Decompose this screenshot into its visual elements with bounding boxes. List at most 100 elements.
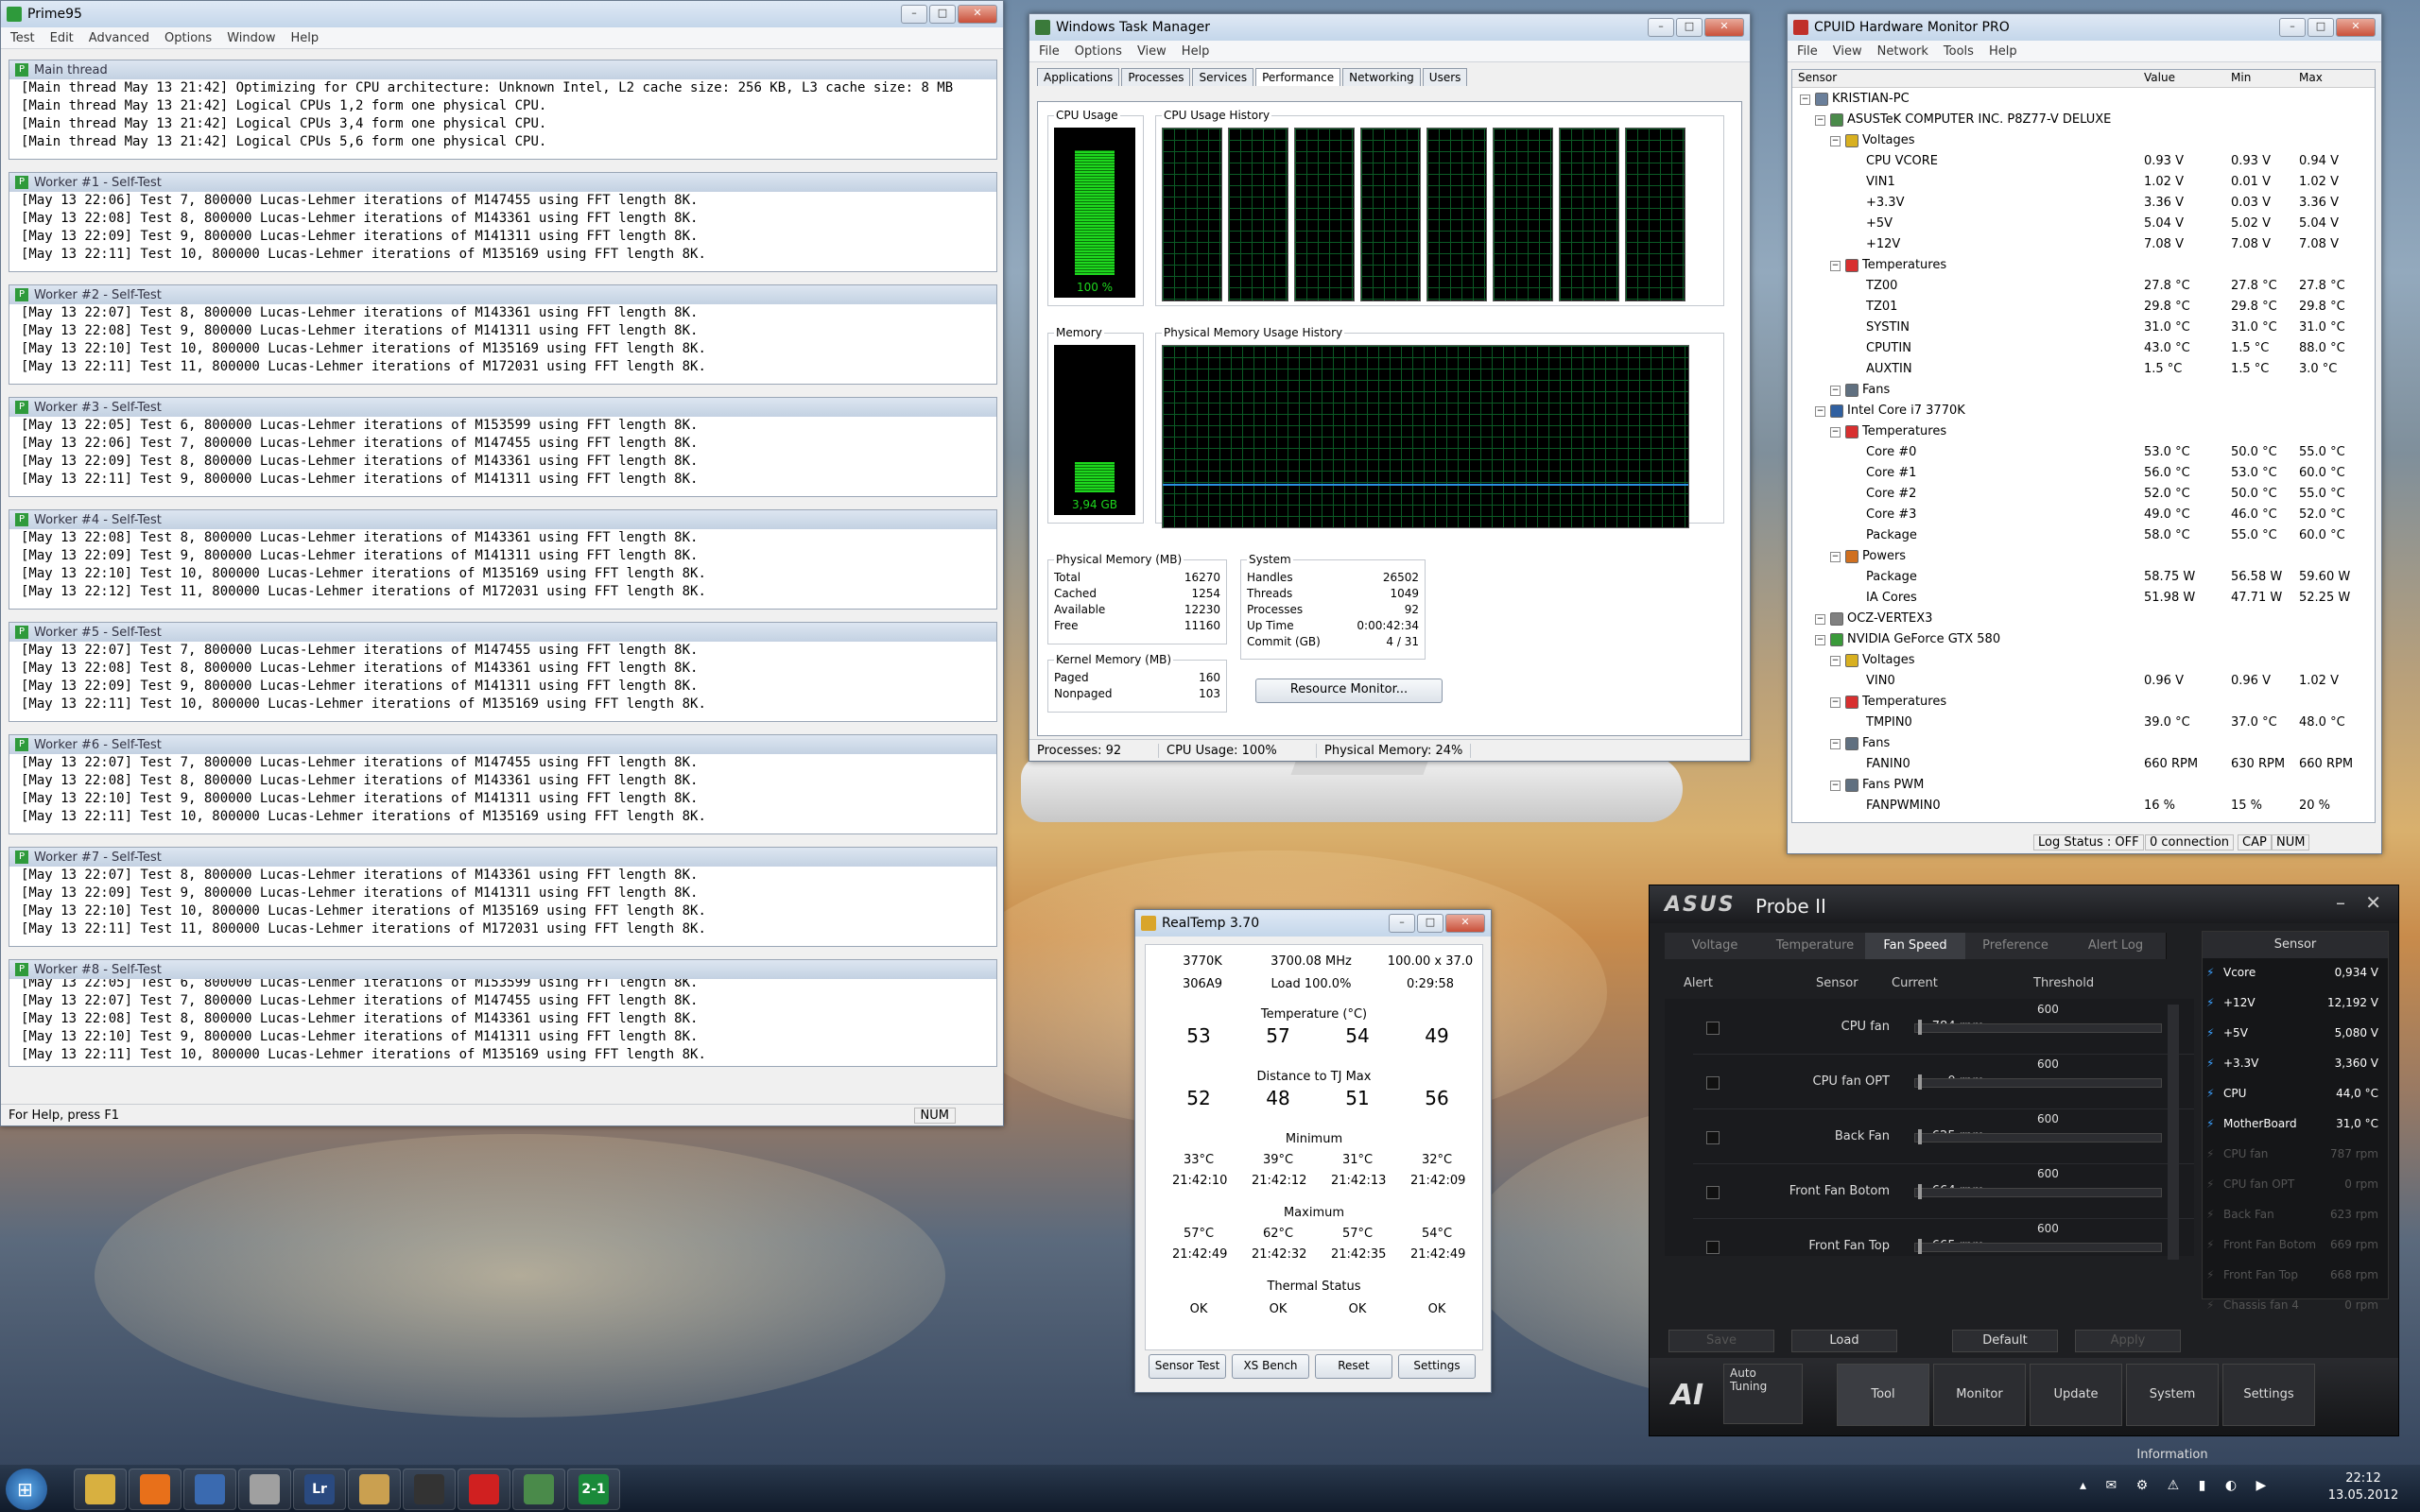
minimize-button[interactable]: – [2279,18,2306,37]
expand-toggle-icon[interactable]: − [1830,386,1841,396]
sensor-row[interactable]: VIN1 1.02 V 0.01 V 1.02 V [1792,172,2363,193]
sensor-row[interactable]: TZ00 27.8 °C 27.8 °C 27.8 °C [1792,276,2363,297]
expand-toggle-icon[interactable]: − [1815,614,1825,625]
taskmgr-menu-file[interactable]: File [1039,44,1060,59]
close-button[interactable]: ✕ [2336,18,2376,37]
sensor-row[interactable]: VIN0 0.96 V 0.96 V 1.02 V [1792,671,2363,692]
task-manager-window[interactable]: Windows Task Manager – □ ✕ File Options Vi… [1028,13,1751,762]
sensor-row[interactable]: +12V 7.08 V 7.08 V 7.08 V [1792,234,2363,255]
taskbar-app-lightroom[interactable]: Lr [293,1469,346,1510]
auto-tuning-button[interactable]: Auto Tuning [1723,1364,1803,1424]
taskmgr-menu-view[interactable]: View [1137,44,1167,59]
sensor-row[interactable]: FANPWMIN0 16 % 15 % 20 % [1792,796,2363,816]
sensor-test-button[interactable]: Sensor Test [1149,1354,1226,1379]
taskbar-app-flash[interactable] [458,1469,510,1510]
close-button[interactable]: ✕ [1445,914,1485,933]
expand-toggle-icon[interactable]: − [1800,94,1810,105]
taskbar-app-monitor[interactable] [512,1469,565,1510]
hwmonitor-titlebar[interactable]: CPUID Hardware Monitor PRO – □ ✕ [1788,14,2381,41]
minimize-button[interactable]: – [1648,18,1674,37]
prime95-thread-panel[interactable]: P Worker #3 - Self-Test [May 13 22:05] Tes… [9,397,997,497]
reset-button[interactable]: Reset [1315,1354,1392,1379]
nav-system-information[interactable]: System Information [2126,1364,2219,1462]
sensor-item[interactable]: ⚡ Front Fan Top 668 rpm [2203,1261,2382,1289]
expand-toggle-icon[interactable]: − [1815,635,1825,645]
expand-toggle-icon[interactable]: − [1830,656,1841,666]
expand-toggle-icon[interactable]: − [1830,427,1841,438]
realtemp-window[interactable]: RealTemp 3.70 – □ ✕ 3770K 3700.08 MHz 10… [1134,909,1492,1393]
prime95-thread-panel[interactable]: P Worker #1 - Self-Test [May 13 22:06] Tes… [9,172,997,272]
sensor-row[interactable]: SYSTIN 31.0 °C 31.0 °C 31.0 °C [1792,318,2363,338]
prime95-thread-panel[interactable]: P Worker #7 - Self-Test [May 13 22:07] Tes… [9,847,997,947]
start-button[interactable]: ⊞ [6,1469,47,1510]
threshold-slider[interactable] [1914,1078,2162,1088]
alert-checkbox[interactable] [1706,1022,1720,1035]
sensor-group-row[interactable]: − Voltages [1792,130,2363,151]
sensor-item[interactable]: ⚡ Vcore 0,934 V [2203,958,2382,987]
col-max[interactable]: Max [2299,71,2323,84]
threshold-slider-handle[interactable] [1918,1184,1922,1199]
apply-button[interactable]: Apply [2075,1330,2181,1352]
expand-toggle-icon[interactable]: − [1830,136,1841,146]
sensor-group-row[interactable]: − Fans [1792,380,2363,401]
sensor-item[interactable]: ⚡ CPU fan 787 rpm [2203,1140,2382,1168]
tab-networking[interactable]: Networking [1342,68,1421,86]
thread-panel-header[interactable]: P Worker #5 - Self-Test [9,623,996,642]
threshold-slider[interactable] [1914,1133,2162,1143]
prime95-menu-advanced[interactable]: Advanced [89,31,149,45]
minimize-icon[interactable]: – [2336,891,2345,914]
sensor-row[interactable]: Core #1 56.0 °C 53.0 °C 60.0 °C [1792,463,2363,484]
prime95-thread-panel[interactable]: P Worker #8 - Self-Test [May 13 22:05] Tes… [9,959,997,1067]
threshold-slider-handle[interactable] [1918,1020,1922,1035]
taskbar-app-explorer[interactable] [74,1469,127,1510]
sensor-row[interactable]: FANIN0 660 RPM 630 RPM 660 RPM [1792,754,2363,775]
expand-toggle-icon[interactable]: − [1830,781,1841,791]
prime95-menu-window[interactable]: Window [227,31,275,45]
expand-toggle-icon[interactable]: − [1830,261,1841,271]
close-button[interactable]: ✕ [1704,18,1744,37]
alert-checkbox[interactable] [1706,1131,1720,1144]
sensor-row[interactable]: TZ01 29.8 °C 29.8 °C 29.8 °C [1792,297,2363,318]
tab-users[interactable]: Users [1422,68,1468,86]
load-button[interactable]: Load [1791,1330,1897,1352]
realtemp-titlebar[interactable]: RealTemp 3.70 – □ ✕ [1135,910,1491,936]
expand-toggle-icon[interactable]: − [1830,552,1841,562]
threshold-slider[interactable] [1914,1243,2162,1252]
taskbar-app-firefox[interactable] [129,1469,182,1510]
col-value[interactable]: Value [2144,71,2175,84]
alert-checkbox[interactable] [1706,1076,1720,1090]
sensor-item[interactable]: ⚡ CPU 44,0 °C [2203,1079,2382,1108]
tab-services[interactable]: Services [1192,68,1254,86]
prime95-thread-panel[interactable]: P Main thread [Main thread May 13 21:42] O… [9,60,997,160]
expand-toggle-icon[interactable]: − [1830,739,1841,749]
taskbar-app-ai-suite[interactable] [403,1469,456,1510]
close-button[interactable]: ✕ [958,5,997,24]
thread-panel-header[interactable]: P Worker #1 - Self-Test [9,173,996,192]
prime95-menu-test[interactable]: Test [10,31,35,45]
prime95-thread-panel[interactable]: P Worker #5 - Self-Test [May 13 22:07] Tes… [9,622,997,722]
xs-bench-button[interactable]: XS Bench [1232,1354,1309,1379]
thread-panel-header[interactable]: P Worker #3 - Self-Test [9,398,996,417]
threshold-slider-handle[interactable] [1918,1074,1922,1090]
sensor-item[interactable]: ⚡ CPU fan OPT 0 rpm [2203,1170,2382,1198]
sensor-item[interactable]: ⚡ Chassis fan 4 0 rpm [2203,1291,2382,1319]
system-tray[interactable]: ▴ ✉ ⚙ ⚠ ▮ ◐ ▶ [2080,1478,2273,1493]
sensor-row[interactable]: +3.3V 3.36 V 0.03 V 3.36 V [1792,193,2363,214]
expand-toggle-icon[interactable]: − [1815,115,1825,126]
maximize-button[interactable]: □ [2308,18,2334,37]
sensor-row[interactable]: Package 58.75 W 56.58 W 59.60 W [1792,567,2363,588]
sensor-group-row[interactable]: − ASUSTeK COMPUTER INC. P8Z77-V DELUXE [1792,110,2363,130]
sensor-group-row[interactable]: − Temperatures [1792,692,2363,713]
sensor-item[interactable]: ⚡ Front Fan Botom 669 rpm [2203,1230,2382,1259]
hwmon-menu-view[interactable]: View [1833,44,1862,59]
sensor-group-row[interactable]: − Temperatures [1792,421,2363,442]
taskbar-app-network[interactable] [183,1469,236,1510]
maximize-button[interactable]: □ [1676,18,1703,37]
expand-toggle-icon[interactable]: − [1815,406,1825,417]
sensor-row[interactable]: CPU VCORE 0.93 V 0.93 V 0.94 V [1792,151,2363,172]
sensor-group-row[interactable]: − Intel Core i7 3770K [1792,401,2363,421]
taskbar-app-hardware[interactable] [238,1469,291,1510]
sensor-group-row[interactable]: − Fans PWM [1792,775,2363,796]
taskmgr-menu-options[interactable]: Options [1075,44,1122,59]
minimize-button[interactable]: – [901,5,927,24]
